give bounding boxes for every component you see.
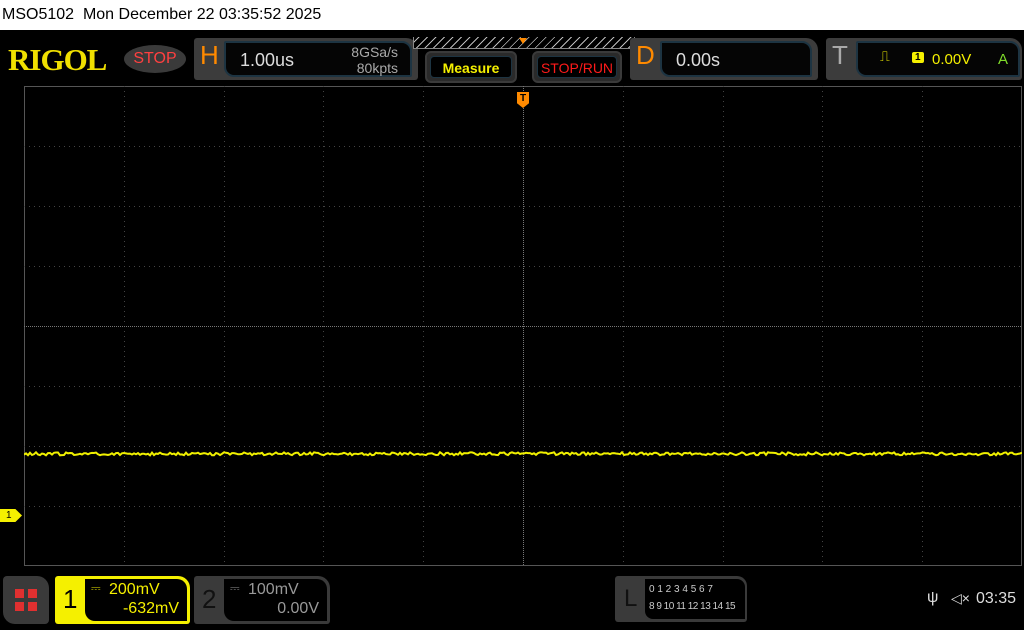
title-bar: MSO5102 Mon December 22 03:35:52 2025 <box>0 0 1024 30</box>
model-name: MSO5102 <box>2 6 74 23</box>
channel2-panel[interactable]: 2 ⎓ 100mV 0.00V <box>194 576 330 624</box>
mute-icon[interactable]: ◁× <box>951 590 970 607</box>
logic-channels-8-15: 8 9 10 11 12 13 14 15 <box>649 601 735 612</box>
measure-label: Measure <box>430 56 512 78</box>
dc-coupling-icon: ⎓ <box>91 581 101 596</box>
horizontal-letter: H <box>200 40 219 71</box>
delay-letter: D <box>636 40 655 71</box>
grid-lines <box>24 86 1022 566</box>
memory-depth: 80kpts <box>357 60 398 76</box>
run-state-badge[interactable]: STOP <box>124 45 186 73</box>
logic-channels-0-7: 0 1 2 3 4 5 6 7 <box>649 584 713 595</box>
usb-icon: ψ <box>927 589 938 607</box>
measure-button[interactable]: Measure <box>425 51 517 83</box>
overview-trigger-marker <box>519 38 527 44</box>
trigger-mode: A <box>998 51 1008 68</box>
trigger-source-badge: 1 <box>912 52 924 63</box>
delay-panel[interactable]: D 0.00s <box>630 38 818 80</box>
sample-rate: 8GSa/s <box>351 44 398 60</box>
channel1-scale: 200mV <box>109 581 160 599</box>
trigger-level: 0.00V <box>932 51 971 68</box>
trigger-letter: T <box>832 40 848 71</box>
delay-value: 0.00s <box>676 50 720 71</box>
channel1-panel[interactable]: 1 ⎓ 200mV -632mV <box>55 576 190 624</box>
menu-button[interactable] <box>3 576 49 624</box>
waveform-grid[interactable] <box>24 86 1022 566</box>
channel2-scale: 100mV <box>248 581 299 599</box>
channel1-offset-marker[interactable]: 1 <box>0 509 22 522</box>
trigger-panel[interactable]: T ⎍ 1 0.00V A <box>826 38 1022 80</box>
channel2-number: 2 <box>202 584 216 615</box>
rising-edge-icon: ⎍ <box>880 48 890 65</box>
logic-letter: L <box>624 585 637 613</box>
datetime: Mon December 22 03:35:52 2025 <box>83 6 321 23</box>
channel1-number: 1 <box>63 584 77 615</box>
dc-coupling-icon: ⎓ <box>230 581 240 596</box>
stop-run-label: STOP/RUN <box>537 56 617 78</box>
stop-run-button[interactable]: STOP/RUN <box>532 51 622 83</box>
horizontal-panel[interactable]: H 1.00us 8GSa/s 80kpts <box>194 38 418 80</box>
channel1-offset: -632mV <box>123 600 179 618</box>
clock: 03:35 <box>976 590 1016 608</box>
grid-menu-icon <box>15 589 37 611</box>
channel2-offset: 0.00V <box>277 600 319 618</box>
logic-panel[interactable]: L 0 1 2 3 4 5 6 7 8 9 10 11 12 13 14 15 <box>615 576 747 622</box>
rigol-logo: RIGOL <box>8 42 106 78</box>
timebase: 1.00us <box>240 50 294 71</box>
